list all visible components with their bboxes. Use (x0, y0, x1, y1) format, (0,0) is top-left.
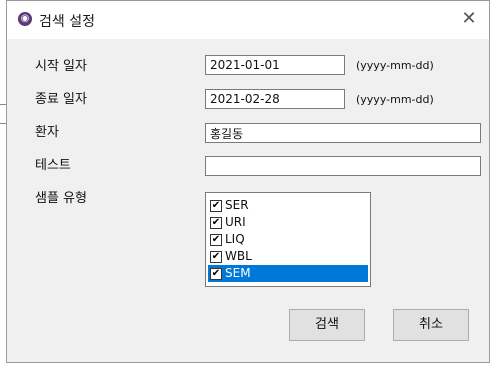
sample-type-item-label: WBL (225, 249, 252, 263)
search-button[interactable]: 검색 (289, 309, 365, 341)
start-date-format-hint: (yyyy-mm-dd) (356, 59, 434, 72)
patient-label: 환자 (35, 125, 59, 140)
sample-type-item-sem[interactable]: ✔ SEM (208, 265, 368, 282)
start-date-input[interactable] (205, 55, 345, 75)
sample-type-listbox[interactable]: ✔ SER ✔ URI ✔ LIQ ✔ WBL ✔ SEM (205, 192, 371, 287)
sample-type-item-label: SER (225, 198, 249, 212)
search-settings-dialog: ◉ 검색 설정 ✕ 시작 일자 (yyyy-mm-dd) 종료 일자 (yyyy… (6, 0, 490, 363)
test-label: 테스트 (35, 158, 71, 173)
end-date-input[interactable] (205, 89, 345, 109)
end-date-label: 종료 일자 (35, 92, 87, 107)
test-input[interactable] (205, 156, 481, 176)
sample-type-item-liq[interactable]: ✔ LIQ (208, 231, 368, 248)
patient-input[interactable] (205, 123, 481, 143)
cancel-button[interactable]: 취소 (393, 309, 469, 341)
app-icon: ◉ (18, 12, 32, 26)
checkbox-ser[interactable]: ✔ (210, 199, 222, 212)
checkbox-uri[interactable]: ✔ (210, 216, 222, 229)
sample-type-item-label: URI (225, 215, 246, 229)
start-date-label: 시작 일자 (35, 59, 87, 74)
sample-type-label: 샘플 유형 (35, 191, 87, 206)
sample-type-item-label: LIQ (225, 232, 245, 246)
title-bar: ◉ 검색 설정 ✕ (7, 1, 489, 39)
dialog-title: 검색 설정 (39, 14, 95, 30)
sample-type-item-label: SEM (225, 266, 251, 280)
close-icon[interactable]: ✕ (457, 7, 481, 31)
sample-type-item-ser[interactable]: ✔ SER (208, 197, 368, 214)
checkbox-wbl[interactable]: ✔ (210, 250, 222, 263)
checkbox-sem[interactable]: ✔ (210, 267, 222, 280)
sample-type-item-wbl[interactable]: ✔ WBL (208, 248, 368, 265)
checkbox-liq[interactable]: ✔ (210, 233, 222, 246)
sample-type-item-uri[interactable]: ✔ URI (208, 214, 368, 231)
end-date-format-hint: (yyyy-mm-dd) (356, 93, 434, 106)
